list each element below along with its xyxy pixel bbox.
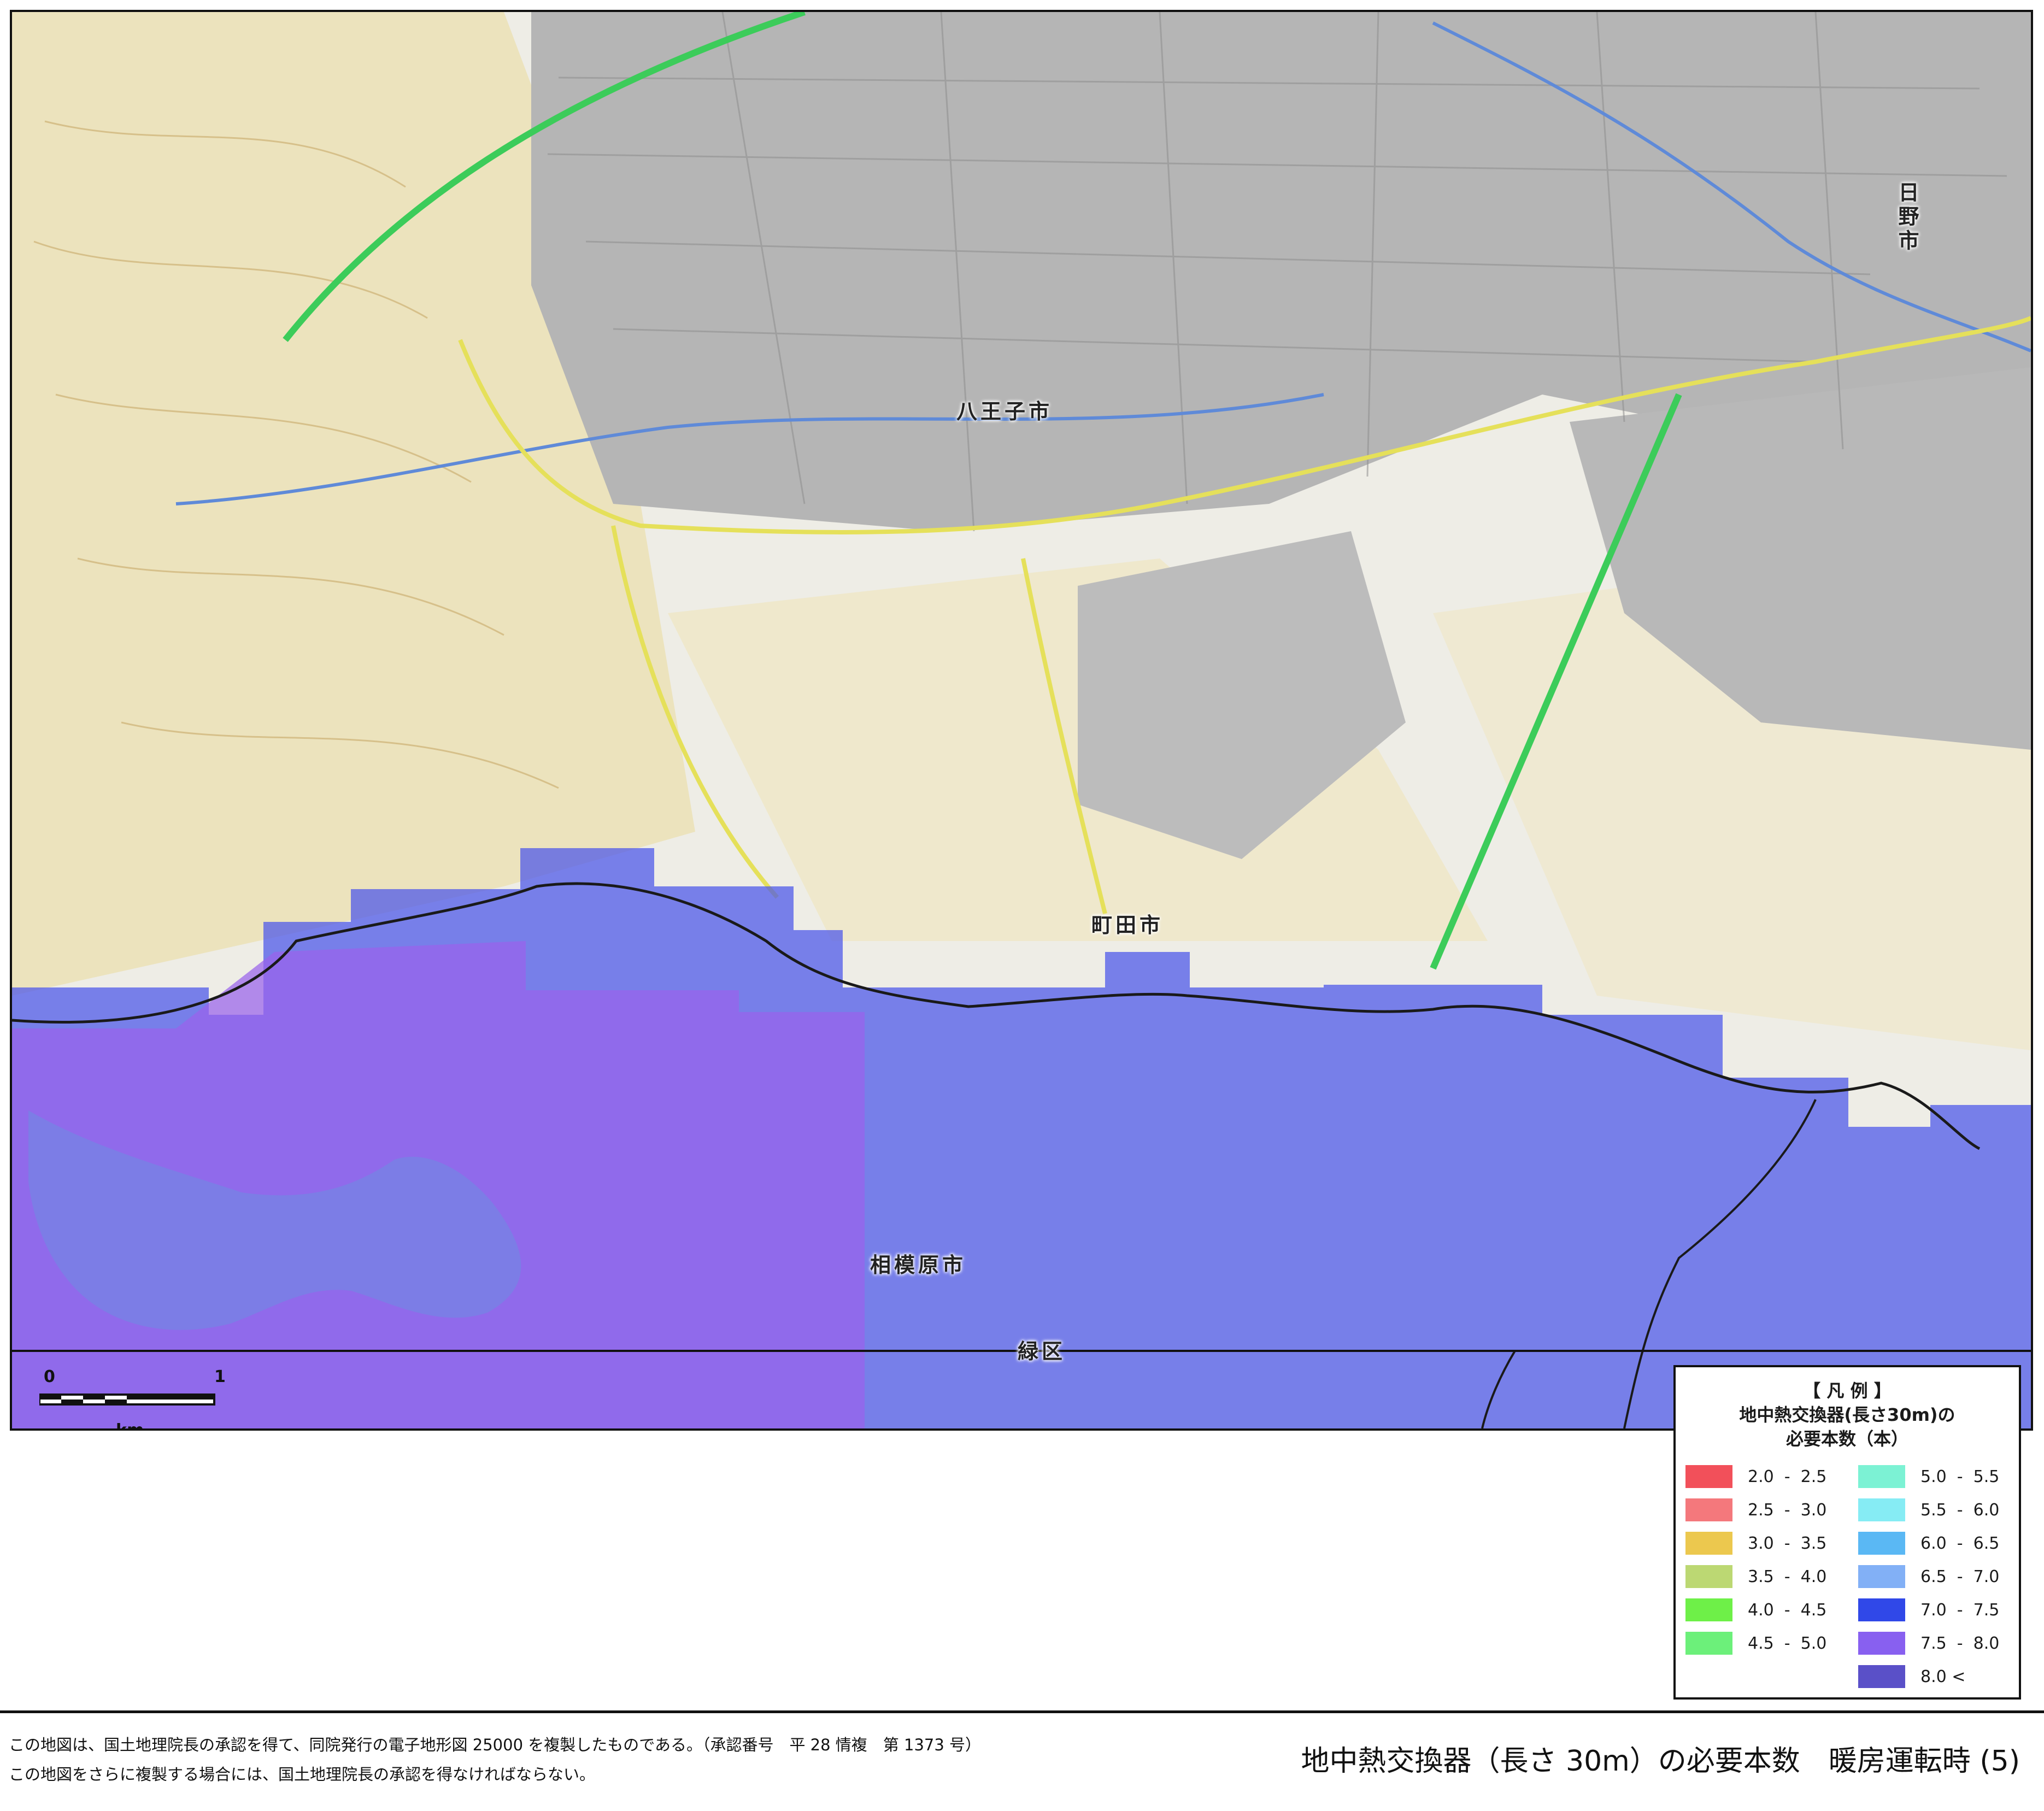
legend-swatch bbox=[1858, 1532, 1905, 1555]
legend-item: 4.0 - 4.5 bbox=[1685, 1597, 1826, 1623]
legend-title: 【 凡 例 】 bbox=[1803, 1380, 1892, 1401]
legend-swatch bbox=[1858, 1632, 1905, 1655]
legend-item: 4.5 - 5.0 bbox=[1685, 1630, 1826, 1656]
legend-swatch bbox=[1685, 1532, 1732, 1555]
legend-item: 8.0 < bbox=[1858, 1663, 1965, 1690]
legend-label: 3.5 - 4.0 bbox=[1748, 1567, 1827, 1586]
legend-swatch bbox=[1685, 1632, 1732, 1655]
legend-item: 7.0 - 7.5 bbox=[1858, 1597, 1999, 1623]
legend-swatch bbox=[1685, 1465, 1732, 1488]
legend-item: 7.5 - 8.0 bbox=[1858, 1630, 1999, 1656]
legend-label: 4.0 - 4.5 bbox=[1748, 1600, 1827, 1620]
legend-swatch bbox=[1858, 1665, 1905, 1688]
legend-label: 4.5 - 5.0 bbox=[1748, 1633, 1827, 1653]
legend-item: 5.5 - 6.0 bbox=[1858, 1497, 1999, 1523]
legend-swatch bbox=[1685, 1565, 1732, 1588]
map-frame[interactable]: 八王子市 日野市 町田市 相模原市 緑区 0 1 km bbox=[10, 10, 2033, 1431]
legend-label: 6.5 - 7.0 bbox=[1920, 1567, 2000, 1586]
legend-item: 2.5 - 3.0 bbox=[1685, 1497, 1826, 1523]
legend-swatch bbox=[1685, 1498, 1732, 1521]
legend-item: 5.0 - 5.5 bbox=[1858, 1463, 1999, 1490]
legend-swatch bbox=[1858, 1498, 1905, 1521]
legend-subtitle-line2: 必要本数（本） bbox=[1785, 1428, 1908, 1449]
place-label-midori: 緑区 bbox=[1018, 1339, 1066, 1363]
scale-one: 1 bbox=[214, 1367, 226, 1386]
legend-item: 6.5 - 7.0 bbox=[1858, 1563, 1999, 1590]
legend-subtitle-line1: 地中熱交換器(長さ30m)の bbox=[1739, 1404, 1955, 1425]
place-label-hino: 日野市 bbox=[1895, 181, 1919, 254]
legend-item: 6.0 - 6.5 bbox=[1858, 1530, 1999, 1556]
legend-swatch bbox=[1858, 1465, 1905, 1488]
legend-label: 7.0 - 7.5 bbox=[1920, 1600, 2000, 1620]
legend-label: 8.0 < bbox=[1920, 1667, 1966, 1686]
map-caption: 地中熱交換器（長さ 30m）の必要本数 暖房運転時 (5) bbox=[1301, 1745, 2020, 1778]
legend-label: 2.5 - 3.0 bbox=[1748, 1500, 1827, 1520]
legend-label: 7.5 - 8.0 bbox=[1920, 1633, 2000, 1653]
scale-unit: km bbox=[116, 1421, 144, 1431]
footer-divider bbox=[0, 1710, 2044, 1713]
legend-swatch bbox=[1858, 1565, 1905, 1588]
scale-bar-graphic bbox=[39, 1393, 215, 1406]
scale-zero: 0 bbox=[44, 1367, 55, 1386]
place-label-sagamihara: 相模原市 bbox=[870, 1253, 967, 1277]
legend-swatch bbox=[1685, 1598, 1732, 1621]
legend-item: 2.0 - 2.5 bbox=[1685, 1463, 1826, 1490]
copyright-notice-line1: この地図は、国土地理院長の承認を得て、同院発行の電子地形図 25000 を複製し… bbox=[9, 1736, 982, 1754]
topographic-map bbox=[12, 12, 2031, 1428]
legend-label: 2.0 - 2.5 bbox=[1748, 1467, 1827, 1486]
legend-swatch bbox=[1858, 1598, 1905, 1621]
place-label-hachioji: 八王子市 bbox=[956, 399, 1053, 424]
scale-bar: 0 1 km bbox=[34, 1367, 242, 1431]
legend-label: 5.5 - 6.0 bbox=[1920, 1500, 2000, 1520]
legend-label: 6.0 - 6.5 bbox=[1920, 1533, 2000, 1553]
legend-panel: 【 凡 例 】 地中熱交換器(長さ30m)の 必要本数（本） 2.0 - 2.5… bbox=[1673, 1365, 2021, 1700]
legend-item: 3.0 - 3.5 bbox=[1685, 1530, 1826, 1556]
legend-label: 3.0 - 3.5 bbox=[1748, 1533, 1827, 1553]
place-label-machida: 町田市 bbox=[1091, 913, 1164, 937]
legend-label: 5.0 - 5.5 bbox=[1920, 1467, 2000, 1486]
copyright-notice-line2: この地図をさらに複製する場合には、国土地理院長の承認を得なければならない。 bbox=[9, 1765, 596, 1784]
legend-item: 3.5 - 4.0 bbox=[1685, 1563, 1826, 1590]
